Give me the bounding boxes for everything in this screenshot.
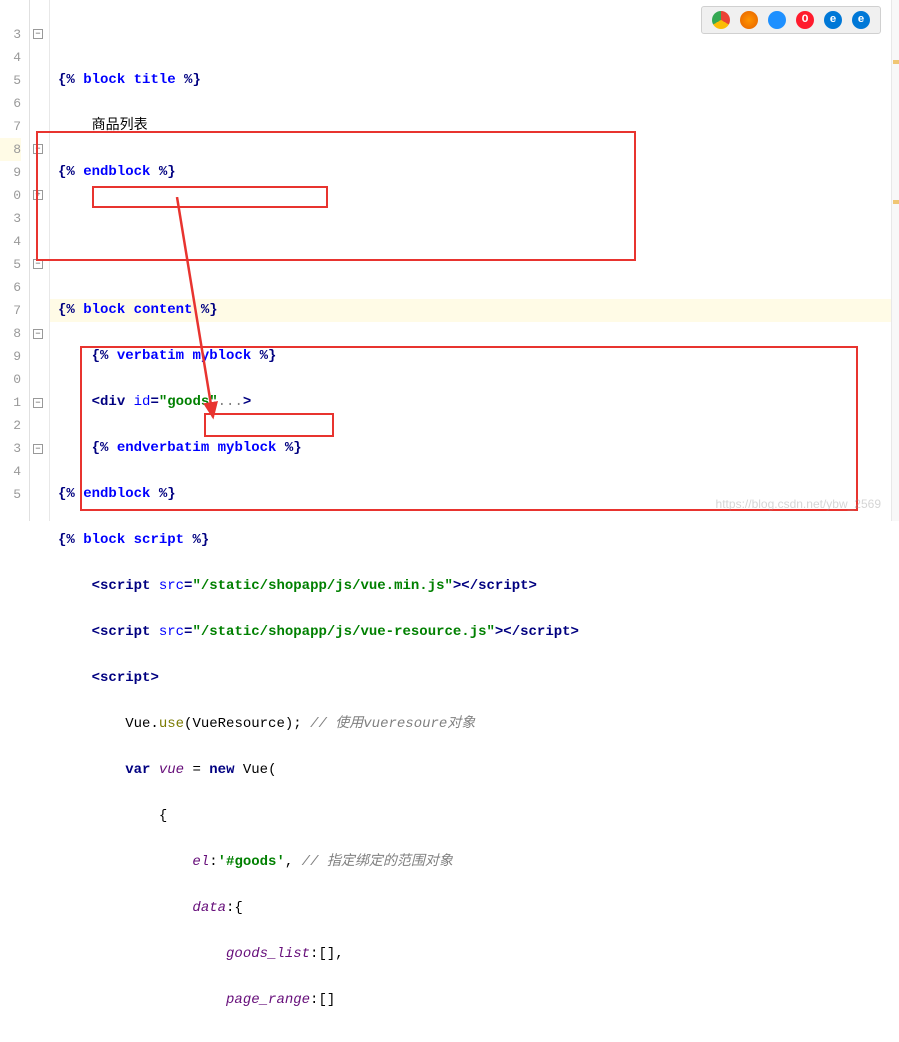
line-num: 9 bbox=[0, 345, 21, 368]
line-num bbox=[0, 0, 21, 23]
fold-toggle[interactable]: − bbox=[33, 29, 43, 39]
code-line: data:{ bbox=[58, 897, 899, 920]
line-num: 8 bbox=[0, 138, 21, 161]
line-num: 3 bbox=[0, 23, 21, 46]
code-line: {% endverbatim myblock %} bbox=[58, 437, 899, 460]
code-line: page_range:[] bbox=[58, 989, 899, 1012]
code-line: <script> bbox=[58, 667, 899, 690]
code-line: Vue.use(VueResource); // 使用vueresoure对象 bbox=[58, 713, 899, 736]
fold-column: − − + − − − − bbox=[30, 0, 50, 521]
opera-icon[interactable]: O bbox=[796, 11, 814, 29]
code-content[interactable]: {% block title %} 商品列表 {% endblock %} {%… bbox=[50, 0, 899, 521]
fold-toggle[interactable]: − bbox=[33, 444, 43, 454]
code-line: {% block script %} bbox=[58, 529, 899, 552]
chrome-icon[interactable] bbox=[712, 11, 730, 29]
line-num: 5 bbox=[0, 483, 21, 506]
line-num: 3 bbox=[0, 437, 21, 460]
line-num: 3 bbox=[0, 207, 21, 230]
code-line: { bbox=[58, 805, 899, 828]
watermark: https://blog.csdn.net/ybw_2569 bbox=[716, 497, 881, 511]
line-num: 2 bbox=[0, 414, 21, 437]
line-num: 7 bbox=[0, 115, 21, 138]
line-num: 7 bbox=[0, 299, 21, 322]
marker bbox=[893, 60, 899, 64]
line-num: 6 bbox=[0, 276, 21, 299]
code-line: {% endblock %} bbox=[58, 161, 899, 184]
code-line bbox=[58, 207, 899, 230]
firefox-icon[interactable] bbox=[740, 11, 758, 29]
browser-preview-bar: O e e bbox=[701, 6, 881, 34]
code-line: {% block content %} bbox=[50, 299, 899, 322]
code-line: el:'#goods', // 指定绑定的范围对象 bbox=[58, 851, 899, 874]
line-num: 4 bbox=[0, 460, 21, 483]
line-num: 6 bbox=[0, 92, 21, 115]
line-num: 9 bbox=[0, 161, 21, 184]
line-num: 0 bbox=[0, 184, 21, 207]
fold-toggle[interactable]: − bbox=[33, 144, 43, 154]
line-num: 4 bbox=[0, 46, 21, 69]
line-num: 0 bbox=[0, 368, 21, 391]
edge-icon[interactable]: e bbox=[852, 11, 870, 29]
line-num: 8 bbox=[0, 322, 21, 345]
code-line: goods_list:[], bbox=[58, 943, 899, 966]
code-line: {% block title %} bbox=[58, 69, 899, 92]
safari-icon[interactable] bbox=[768, 11, 786, 29]
fold-toggle[interactable]: − bbox=[33, 259, 43, 269]
fold-toggle[interactable]: + bbox=[33, 190, 43, 200]
code-line: <script src="/static/shopapp/js/vue-reso… bbox=[58, 621, 899, 644]
code-line: <div id="goods"...> bbox=[58, 391, 899, 414]
line-num: 1 bbox=[0, 391, 21, 414]
fold-toggle[interactable]: − bbox=[33, 398, 43, 408]
scrollbar-indicator[interactable] bbox=[891, 0, 899, 521]
code-line: 商品列表 bbox=[58, 115, 899, 138]
code-line: var vue = new Vue( bbox=[58, 759, 899, 782]
ie-icon[interactable]: e bbox=[824, 11, 842, 29]
line-num: 5 bbox=[0, 69, 21, 92]
code-line: {% verbatim myblock %} bbox=[58, 345, 899, 368]
line-number-gutter: 3 4 5 6 7 8 9 0 3 4 5 6 7 8 9 0 1 2 3 4 … bbox=[0, 0, 30, 521]
code-line: <script src="/static/shopapp/js/vue.min.… bbox=[58, 575, 899, 598]
fold-toggle[interactable]: − bbox=[33, 329, 43, 339]
line-num: 4 bbox=[0, 230, 21, 253]
code-editor: 3 4 5 6 7 8 9 0 3 4 5 6 7 8 9 0 1 2 3 4 … bbox=[0, 0, 899, 521]
code-line bbox=[58, 253, 899, 276]
marker bbox=[893, 200, 899, 204]
line-num: 5 bbox=[0, 253, 21, 276]
